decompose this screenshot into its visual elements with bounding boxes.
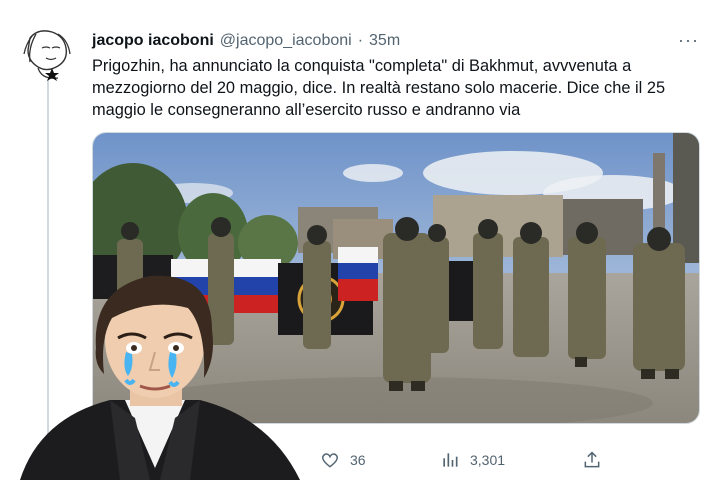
display-name[interactable]: jacopo iacoboni bbox=[92, 32, 214, 50]
user-handle[interactable]: @jacopo_iacoboni bbox=[220, 32, 352, 50]
bar-chart-icon bbox=[443, 453, 458, 467]
share-icon bbox=[584, 451, 600, 468]
views-button[interactable]: 3,301 bbox=[440, 450, 505, 470]
tweet-header: jacopo iacoboni @jacopo_iacoboni · 35m bbox=[92, 32, 400, 50]
like-count: 36 bbox=[350, 452, 366, 468]
tweet-card: jacopo iacoboni @jacopo_iacoboni · 35m ·… bbox=[0, 0, 720, 480]
share-button[interactable] bbox=[582, 450, 602, 470]
action-bar: 36 3,301 bbox=[320, 450, 620, 474]
like-button[interactable]: 36 bbox=[320, 450, 366, 470]
more-icon[interactable]: ··· bbox=[678, 30, 699, 51]
tweet-text: Prigozhin, ha annunciato la conquista "c… bbox=[92, 57, 666, 119]
heart-icon bbox=[321, 453, 339, 468]
avatar[interactable] bbox=[18, 28, 78, 84]
timestamp[interactable]: 35m bbox=[369, 32, 400, 50]
separator: · bbox=[357, 32, 364, 49]
view-count: 3,301 bbox=[470, 452, 506, 468]
overlay-person-image bbox=[0, 268, 310, 480]
